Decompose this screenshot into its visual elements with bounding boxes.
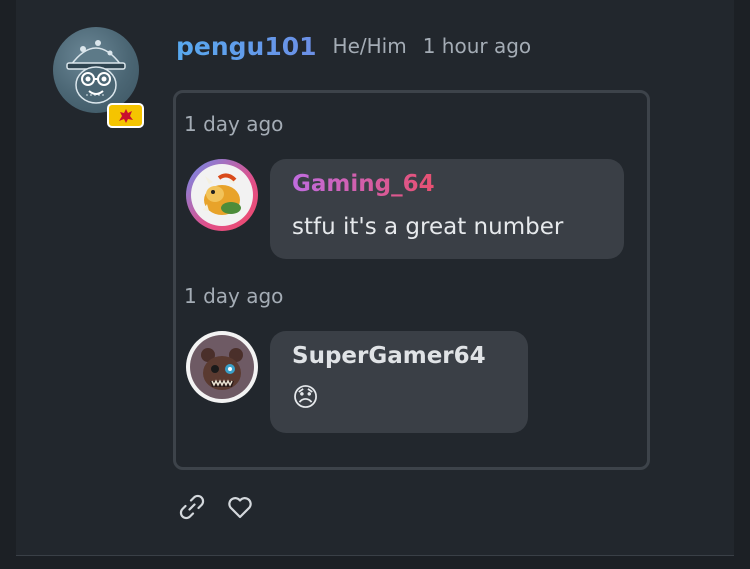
welsh-flag-icon [107,103,144,128]
post-header: pengu101 He/Him 1 hour ago [176,28,531,64]
post-username[interactable]: pengu101 [176,32,317,61]
penguin-avatar-icon[interactable] [53,27,139,113]
reply-timestamp: 1 day ago [184,112,284,136]
reply-bubble: SuperGamer64 😞 [270,331,528,433]
bowser-avatar-icon[interactable] [186,159,258,231]
reply-bubble: Gaming_64 stfu it's a great number [270,159,624,259]
heart-icon[interactable] [224,491,256,523]
link-icon[interactable] [176,491,208,523]
post-timestamp: 1 hour ago [422,34,532,58]
reply-timestamp: 1 day ago [184,284,284,308]
reply-author[interactable]: Gaming_64 [292,171,435,197]
fnaf-bear-avatar-icon[interactable] [186,331,258,403]
reply-author[interactable]: SuperGamer64 [292,343,486,369]
post-pronouns: He/Him [332,34,407,58]
reply-text: stfu it's a great number [292,214,564,240]
post-divider [16,555,734,556]
reply-emoji: 😞 [292,383,320,413]
